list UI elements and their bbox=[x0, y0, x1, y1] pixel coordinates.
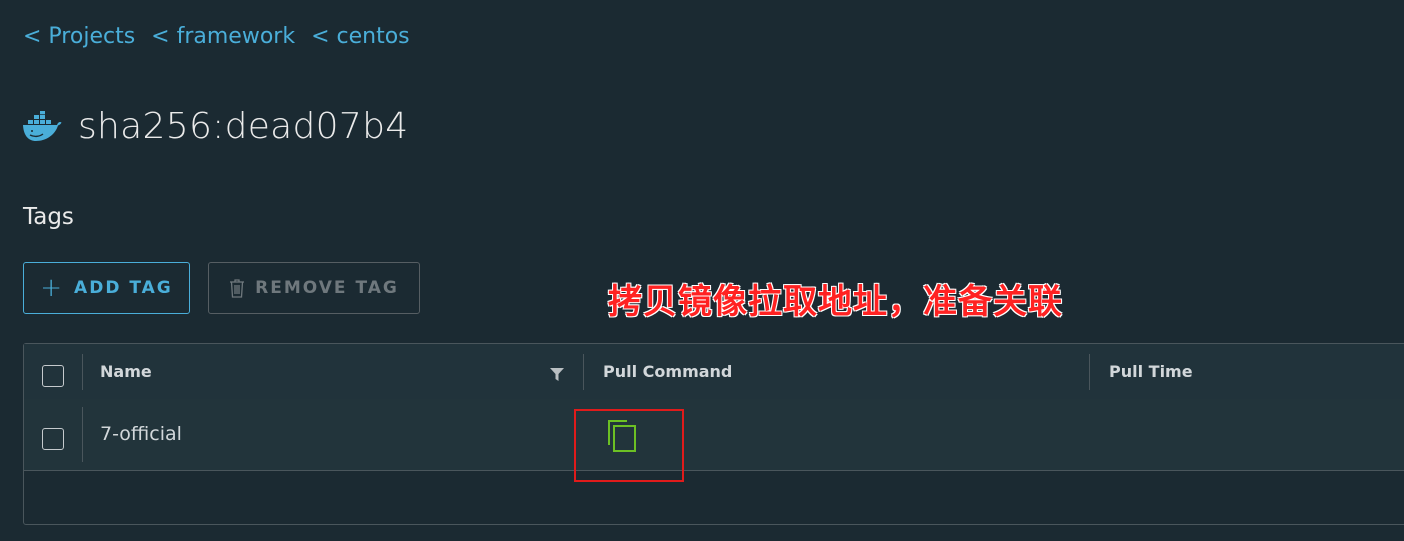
column-header-pull-time[interactable]: Pull Time bbox=[1109, 362, 1193, 381]
column-header-pull-command[interactable]: Pull Command bbox=[603, 362, 732, 381]
annotation-note: 拷贝镜像拉取地址，准备关联 bbox=[608, 282, 1063, 322]
column-separator bbox=[82, 354, 83, 390]
trash-icon bbox=[230, 279, 245, 298]
datagrid-header: Name Pull Command Pull Time bbox=[24, 344, 1404, 400]
remove-tag-label: REMOVE TAG bbox=[255, 278, 399, 298]
page-title: sha256:dead07b4 bbox=[78, 106, 409, 147]
breadcrumb-centos[interactable]: < centos bbox=[311, 24, 410, 49]
add-tag-button[interactable]: + ADD TAG bbox=[23, 262, 190, 314]
breadcrumb-projects[interactable]: < Projects bbox=[23, 24, 135, 49]
column-header-name[interactable]: Name bbox=[100, 362, 152, 381]
tag-detail-page: < Projects < framework < centos sha256:d… bbox=[0, 0, 1404, 541]
breadcrumb-framework[interactable]: < framework bbox=[151, 24, 295, 49]
filter-icon[interactable] bbox=[550, 368, 564, 381]
tags-datagrid: Name Pull Command Pull Time 7-official bbox=[23, 343, 1404, 525]
remove-tag-button[interactable]: REMOVE TAG bbox=[208, 262, 420, 314]
select-all-checkbox[interactable] bbox=[42, 365, 64, 387]
tag-name-cell: 7-official bbox=[100, 423, 182, 445]
plus-icon: + bbox=[40, 273, 65, 303]
column-separator bbox=[583, 354, 584, 390]
table-row[interactable]: 7-official bbox=[24, 399, 1404, 471]
breadcrumb: < Projects < framework < centos bbox=[23, 24, 410, 49]
title-row: sha256:dead07b4 bbox=[22, 106, 408, 147]
column-separator bbox=[1089, 354, 1090, 390]
row-select-checkbox[interactable] bbox=[42, 428, 64, 450]
tags-section-title: Tags bbox=[23, 204, 74, 230]
column-separator bbox=[82, 407, 83, 462]
docker-whale-icon bbox=[23, 110, 62, 141]
annotation-highlight-box bbox=[574, 409, 684, 482]
add-tag-label: ADD TAG bbox=[74, 278, 173, 298]
